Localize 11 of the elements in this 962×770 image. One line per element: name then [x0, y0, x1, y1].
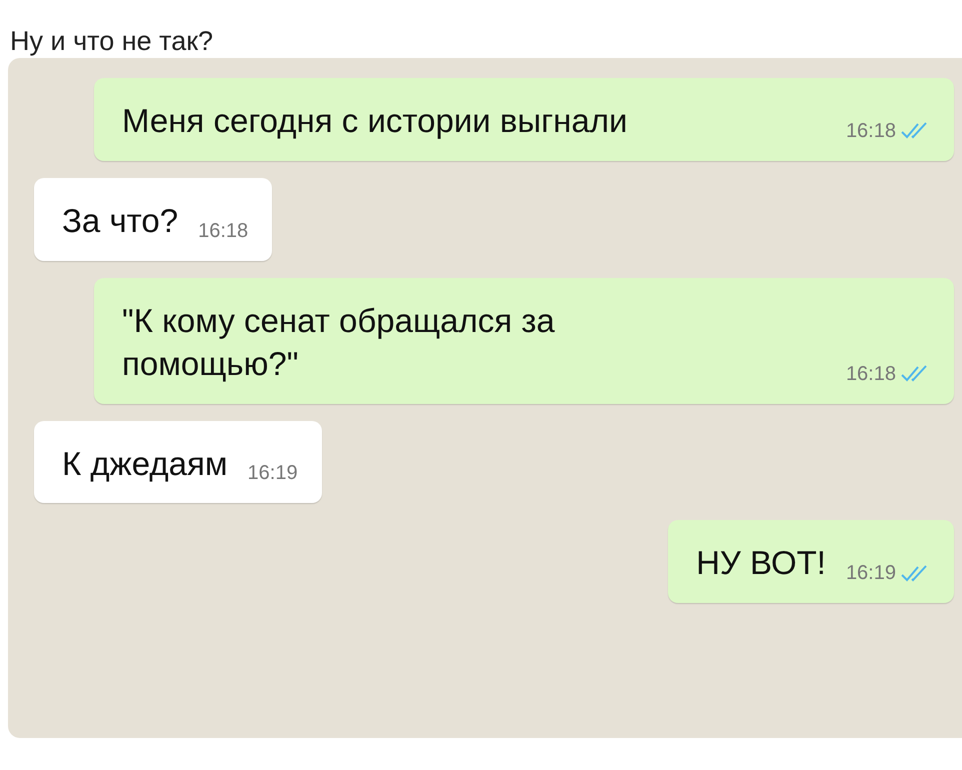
message-text: Меня сегодня с истории выгнали [122, 101, 628, 141]
message-text: НУ ВОТ! [696, 543, 826, 584]
message-time: 16:19 [846, 562, 896, 586]
message-time: 16:18 [846, 120, 896, 143]
message-time: 16:18 [198, 220, 248, 243]
message-text: "К кому сенат обращался за помощью?" [122, 300, 556, 384]
message-time: 16:19 [248, 462, 298, 486]
message-time: 16:18 [846, 362, 896, 386]
post-caption: Ну и что не так? [9, 25, 214, 58]
message-text: За что? [62, 200, 178, 241]
message-text: К джедаям [62, 444, 228, 484]
